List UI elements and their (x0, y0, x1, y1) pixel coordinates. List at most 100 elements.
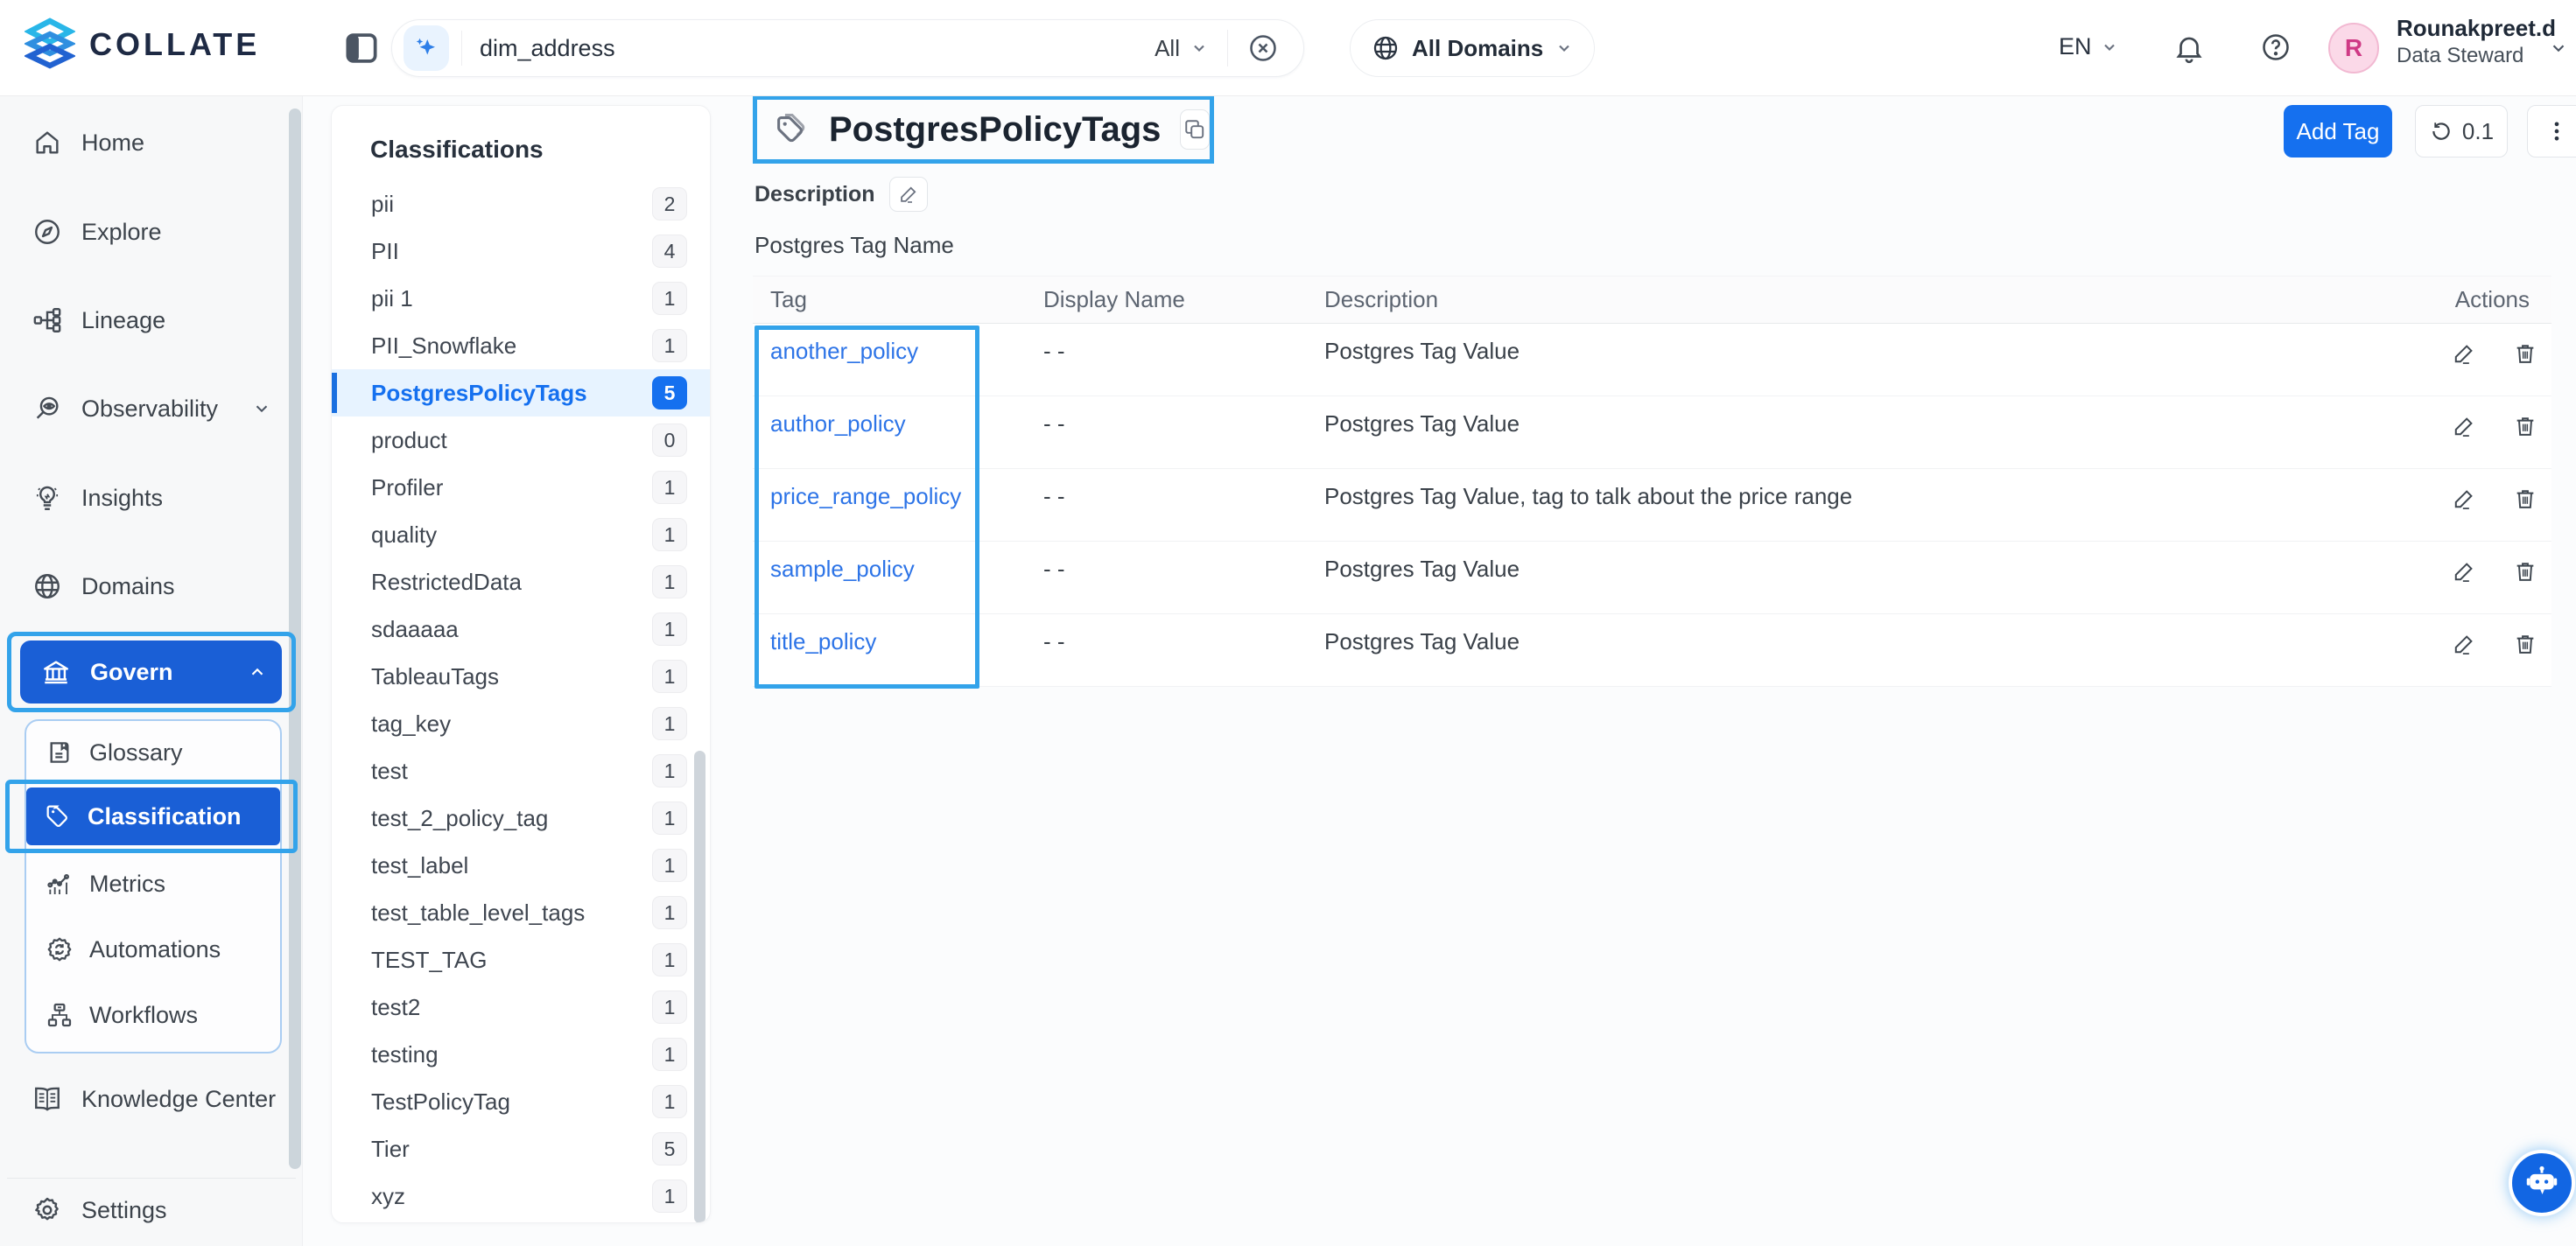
bank-icon (41, 657, 71, 687)
classification-item-count: 1 (652, 1038, 687, 1071)
edit-pencil-icon[interactable] (2452, 559, 2476, 584)
trash-icon[interactable] (2513, 632, 2537, 656)
classification-item[interactable]: Tier5 (332, 1125, 710, 1172)
classification-item[interactable]: testing 1 (332, 1031, 710, 1078)
classification-item-count: 1 (652, 329, 687, 362)
classification-item[interactable]: PII_Snowflake1 (332, 322, 710, 369)
search-clear-icon[interactable] (1247, 32, 1279, 64)
classification-item[interactable]: PostgresPolicyTags5 (332, 369, 710, 416)
display-name-cell: - - (1026, 614, 1307, 686)
sidebar-item-glossary[interactable]: Glossary (26, 728, 280, 777)
observability-icon (32, 394, 62, 424)
assistant-bot-button[interactable] (2509, 1150, 2575, 1216)
sidebar-item-govern[interactable]: Govern (20, 640, 282, 704)
kebab-icon (2544, 119, 2569, 144)
chevron-down-icon[interactable] (2549, 38, 2568, 58)
classification-item-label: testing (371, 1041, 439, 1068)
add-tag-button[interactable]: Add Tag (2284, 105, 2392, 158)
trash-icon[interactable] (2513, 341, 2537, 366)
avatar[interactable]: R (2328, 23, 2379, 74)
tag-link[interactable]: sample_policy (770, 556, 915, 582)
classification-item[interactable]: TableauTags1 (332, 653, 710, 700)
trash-icon[interactable] (2513, 486, 2537, 511)
edit-pencil-icon[interactable] (2452, 414, 2476, 438)
edit-pencil-icon[interactable] (2452, 632, 2476, 656)
classification-item[interactable]: pii 11 (332, 275, 710, 322)
page-title: PostgresPolicyTags (829, 110, 1161, 150)
classification-item[interactable]: xyz1 (332, 1172, 710, 1220)
column-header-tag: Tag (753, 286, 1026, 313)
sidebar-item-home[interactable]: Home (0, 118, 289, 167)
classification-item-count: 1 (652, 282, 687, 315)
domains-dropdown[interactable]: All Domains (1350, 19, 1595, 77)
edit-pencil-icon[interactable] (2452, 341, 2476, 366)
tag-link[interactable]: price_range_policy (770, 483, 961, 509)
description-label: Description (755, 182, 875, 207)
description-cell: Postgres Tag Value (1307, 614, 2398, 686)
copy-icon[interactable] (1180, 109, 1210, 150)
classification-item-count: 1 (652, 471, 687, 504)
tag-link[interactable]: author_policy (770, 410, 906, 437)
sidebar-item-label: Automations (89, 936, 221, 963)
search-input[interactable]: dim_address (480, 35, 1155, 62)
search-scope-dropdown[interactable]: All (1155, 35, 1208, 62)
sidebar-item-metrics[interactable]: Metrics (26, 859, 280, 908)
kebab-menu-button[interactable] (2527, 105, 2576, 158)
sidebar-item-observability[interactable]: Observability (0, 384, 289, 433)
classification-item[interactable]: test_table_level_tags1 (332, 889, 710, 936)
sidebar-item-settings[interactable]: Settings (0, 1186, 289, 1235)
sidebar-item-automations[interactable]: Automations (26, 925, 280, 974)
tag-link[interactable]: title_policy (770, 628, 876, 654)
compass-icon (32, 217, 62, 247)
classification-item[interactable]: TEST_TAG1 (332, 936, 710, 984)
help-icon[interactable] (2260, 32, 2292, 63)
sidebar-item-knowledge-center[interactable]: Knowledge Center (0, 1074, 289, 1124)
classifications-scrollbar[interactable] (694, 751, 705, 1223)
sidebar-item-workflows[interactable]: Workflows (26, 990, 280, 1040)
sidebar-item-lineage[interactable]: Lineage (0, 296, 289, 345)
sidebar-item-classification[interactable]: Classification (26, 788, 280, 845)
classification-item-label: sdaaaaa (371, 616, 459, 643)
edit-pencil-icon[interactable] (2452, 486, 2476, 511)
trash-icon[interactable] (2513, 414, 2537, 438)
sidebar-toggle-icon[interactable] (345, 32, 378, 64)
ai-sparkles-icon[interactable] (404, 25, 449, 71)
classification-item[interactable]: sdaaaaa1 (332, 606, 710, 653)
classification-item-count: 5 (652, 1132, 687, 1166)
version-button[interactable]: 0.1 (2415, 105, 2508, 158)
classification-item[interactable]: pii2 (332, 180, 710, 228)
sidebar-item-explore[interactable]: Explore (0, 207, 289, 256)
sidebar-scrollbar[interactable] (289, 108, 301, 1169)
column-header-description: Description (1307, 286, 2398, 313)
display-name-cell: - - (1026, 396, 1307, 468)
classification-item[interactable]: test_label1 (332, 842, 710, 889)
collate-logo[interactable]: COLLATE (25, 18, 260, 72)
domains-label: All Domains (1412, 35, 1543, 62)
edit-pencil-icon[interactable] (889, 177, 928, 212)
sidebar-item-domains[interactable]: Domains (0, 562, 289, 611)
classification-item-label: TableauTags (371, 663, 499, 690)
classification-item-label: RestrictedData (371, 569, 522, 596)
user-role: Data Steward (2397, 43, 2556, 69)
classification-item[interactable]: Profiler1 (332, 464, 710, 511)
classification-item[interactable]: tag_key1 (332, 700, 710, 747)
chevron-down-icon (1190, 39, 1208, 57)
classification-item[interactable]: product0 (332, 416, 710, 464)
global-search-bar[interactable]: dim_address All (391, 19, 1304, 77)
classification-item[interactable]: PII4 (332, 228, 710, 275)
classification-item[interactable]: test1 (332, 747, 710, 794)
classification-item[interactable]: quality1 (332, 511, 710, 558)
classification-item[interactable]: test_2_policy_tag1 (332, 794, 710, 842)
notifications-bell-icon[interactable] (2172, 32, 2206, 65)
classification-item[interactable]: RestrictedData1 (332, 558, 710, 606)
trash-icon[interactable] (2513, 559, 2537, 584)
language-dropdown[interactable]: EN (2059, 33, 2118, 60)
insights-icon (32, 483, 62, 513)
classification-item[interactable]: test21 (332, 984, 710, 1031)
brand-name: COLLATE (89, 26, 260, 63)
sidebar-item-insights[interactable]: Insights (0, 473, 289, 522)
actions-cell (2398, 614, 2551, 686)
user-menu[interactable]: Rounakpreet.d Data Steward (2397, 14, 2556, 69)
tag-link[interactable]: another_policy (770, 338, 918, 364)
classification-item[interactable]: TestPolicyTag1 (332, 1078, 710, 1125)
